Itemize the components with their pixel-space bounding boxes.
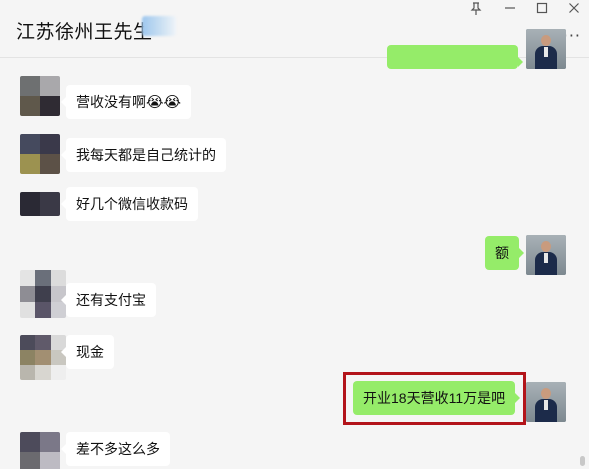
chat-title: 江苏徐州王先生 <box>16 22 153 43</box>
my-avatar[interactable] <box>526 382 566 422</box>
message-bubble[interactable]: 我每天都是自己统计的 <box>61 138 226 172</box>
my-avatar[interactable] <box>526 235 566 275</box>
message-text: 还有支付宝 <box>76 292 146 308</box>
message-text: 好几个微信收款码 <box>76 196 188 212</box>
minimize-icon-svg <box>505 7 515 9</box>
contact-avatar[interactable] <box>20 335 66 380</box>
minimize-icon[interactable] <box>499 2 521 20</box>
message-bubble[interactable]: 差不多这么多 <box>61 432 170 466</box>
crying-emoji-icon: 😭 <box>163 94 182 111</box>
close-icon[interactable] <box>563 2 585 20</box>
title-emoji-blur <box>142 16 176 36</box>
maximize-icon[interactable] <box>531 2 553 20</box>
contact-avatar[interactable] <box>20 134 60 174</box>
message-bubble[interactable]: 还有支付宝 <box>61 283 156 317</box>
contact-avatar[interactable] <box>20 432 60 469</box>
crying-emoji-icon: 😭 <box>146 94 164 111</box>
contact-avatar[interactable] <box>20 192 60 216</box>
message-text: 现金 <box>76 344 104 360</box>
message-bubble[interactable]: 营收没有啊😭😭 <box>60 85 192 119</box>
message-text: 营收没有啊 <box>76 94 146 110</box>
chat-scrollbar[interactable] <box>579 60 587 466</box>
message-list[interactable]: 营收没有啊😭😭 我每天都是自己统计的 好几个微信收款码 额 还有支付宝 现金 开… <box>0 29 589 469</box>
contact-avatar[interactable] <box>20 270 66 318</box>
contact-avatar[interactable] <box>20 76 60 116</box>
message-text: 差不多这么多 <box>76 441 160 457</box>
message-bubble-partial[interactable] <box>387 45 523 69</box>
maximize-icon-svg <box>536 2 548 14</box>
scrollbar-thumb[interactable] <box>580 456 585 466</box>
message-text: 额 <box>495 245 509 261</box>
message-bubble[interactable]: 好几个微信收款码 <box>61 187 198 221</box>
message-text: 我每天都是自己统计的 <box>76 147 216 163</box>
close-icon-svg <box>569 3 579 13</box>
message-bubble-outgoing[interactable]: 额 <box>485 236 524 270</box>
pin-icon-svg <box>470 2 482 15</box>
highlight-box <box>343 372 526 425</box>
my-avatar[interactable] <box>526 29 566 69</box>
pin-icon[interactable] <box>465 2 487 20</box>
message-bubble[interactable]: 现金 <box>61 335 114 369</box>
